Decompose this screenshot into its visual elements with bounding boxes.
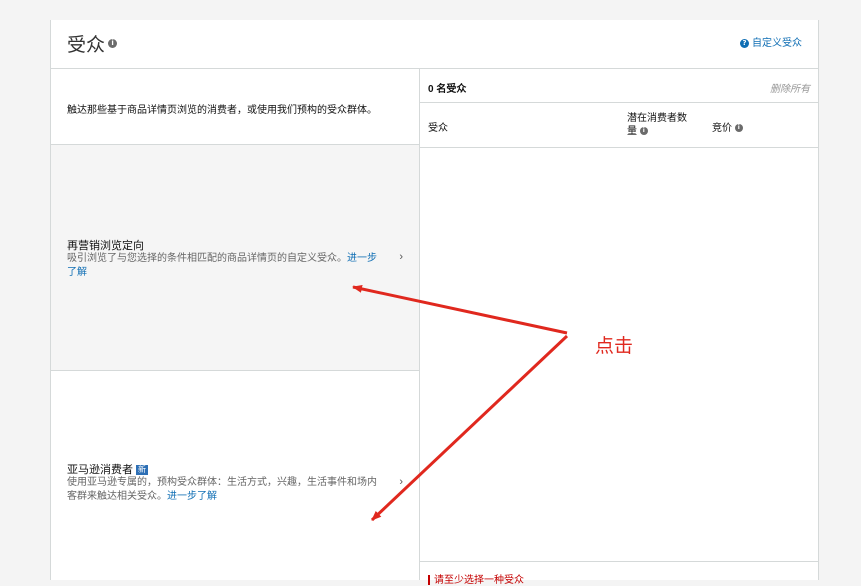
- arrow-to-remarketing: [352, 284, 568, 335]
- annotation-arrows: [352, 284, 569, 522]
- arrow-to-amazon-audiences: [370, 334, 569, 522]
- annotation-label: 点击: [595, 336, 634, 357]
